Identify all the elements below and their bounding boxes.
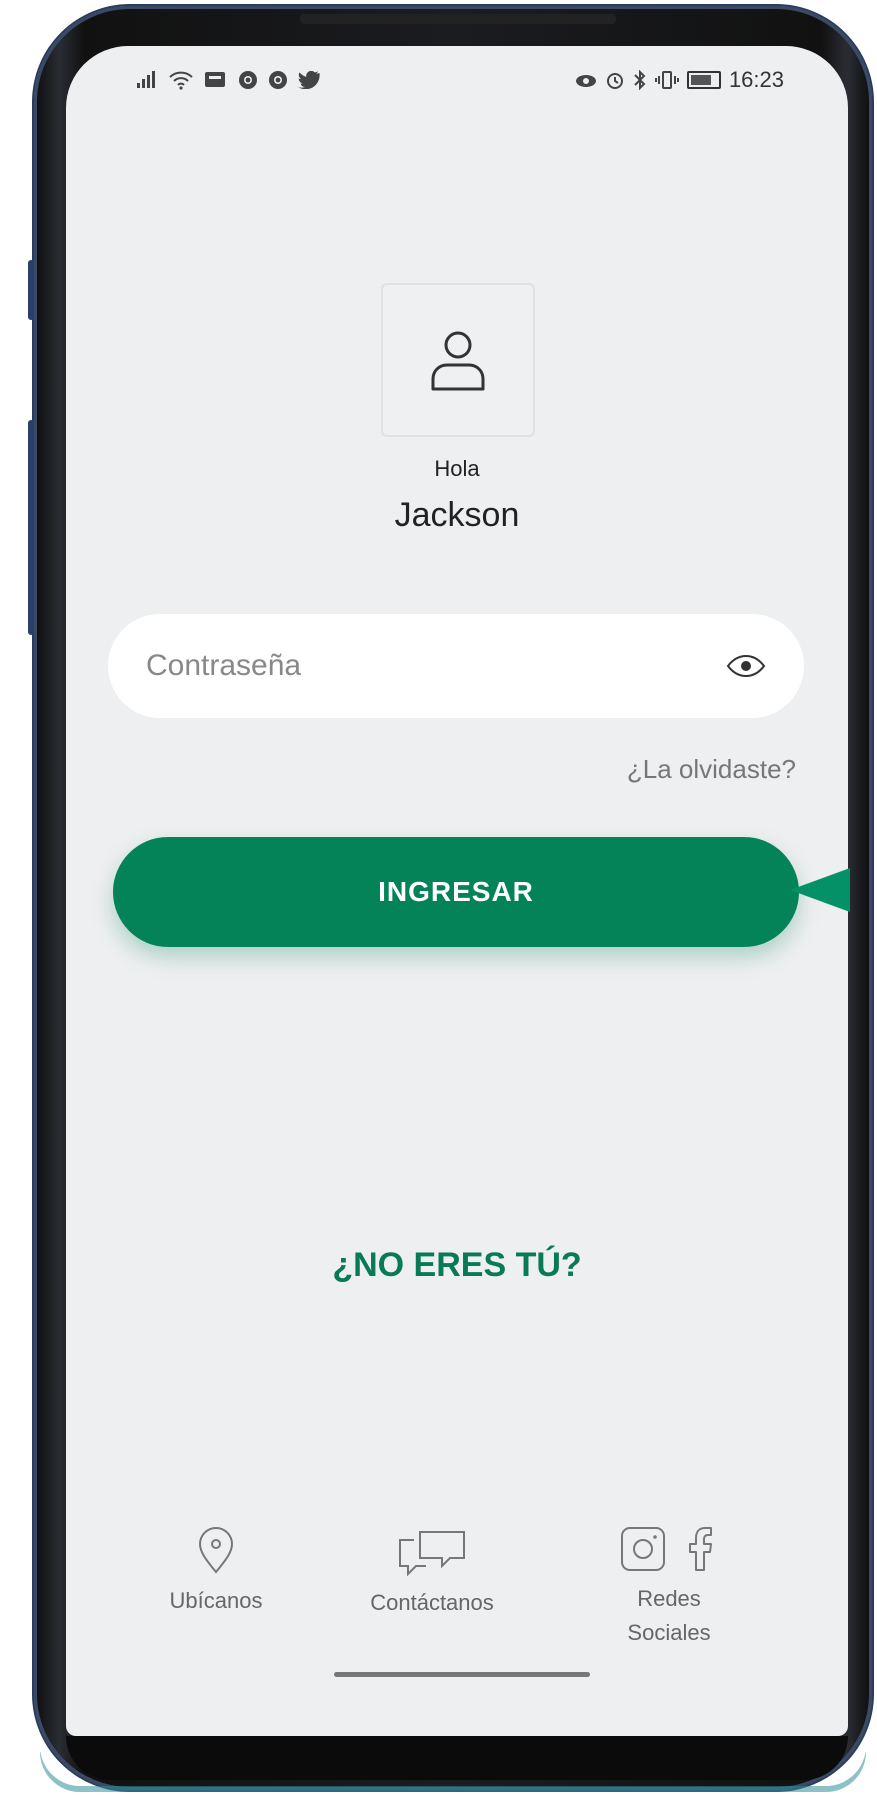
locate-us-label: Ubícanos <box>169 1588 263 1613</box>
vibrate-icon <box>654 71 679 89</box>
show-password-icon[interactable] <box>724 652 768 680</box>
signal-icon <box>137 71 155 88</box>
avatar <box>381 283 535 437</box>
battery-icon <box>686 71 721 89</box>
alarm-icon <box>606 73 623 89</box>
chrome-icon <box>269 71 287 89</box>
password-input[interactable] <box>144 648 724 684</box>
login-button[interactable]: INGRESAR <box>113 837 799 947</box>
power-button <box>28 420 34 635</box>
user-icon <box>431 331 485 391</box>
forgot-password-link[interactable]: ¿La olvidaste? <box>627 754 796 785</box>
twitter-icon <box>298 71 320 89</box>
not-you-link[interactable]: ¿NO ERES TÚ? <box>66 1246 848 1285</box>
contact-us-label: Contáctanos <box>370 1590 494 1615</box>
locate-us-button[interactable]: Ubícanos <box>136 1526 296 1618</box>
home-indicator[interactable] <box>334 1672 590 1677</box>
phone-screen: 16:23 Hola Jackson ¿La olvidaste? INGRES… <box>66 46 848 1736</box>
status-time: 16:23 <box>728 67 784 92</box>
user-name: Jackson <box>394 496 520 534</box>
notification-icon <box>205 72 225 87</box>
chat-icon <box>399 1531 465 1576</box>
status-bar-left <box>136 66 320 94</box>
wifi-icon <box>169 71 193 90</box>
social-media-label: Redes Sociales <box>627 1582 710 1650</box>
location-pin-icon <box>198 1527 234 1574</box>
greeting-label: Hola <box>434 456 480 481</box>
status-bar-right: 16:23 <box>575 66 784 94</box>
contact-us-button[interactable]: Contáctanos <box>332 1526 532 1620</box>
navigation-bar <box>66 1736 848 1780</box>
chrome-icon <box>239 71 257 89</box>
social-media-button[interactable]: Redes Sociales <box>584 1526 754 1650</box>
bluetooth-icon <box>634 70 646 90</box>
instagram-icon <box>621 1527 665 1571</box>
social-label-line2: Sociales <box>627 1620 711 1645</box>
annotation-arrow-icon <box>790 868 850 912</box>
facebook-icon <box>689 1527 712 1571</box>
volume-button <box>28 260 34 320</box>
social-label-line1: Redes <box>637 1586 701 1611</box>
eye-comfort-icon <box>575 75 596 87</box>
password-field[interactable] <box>108 614 804 718</box>
speaker-grille <box>300 14 616 24</box>
